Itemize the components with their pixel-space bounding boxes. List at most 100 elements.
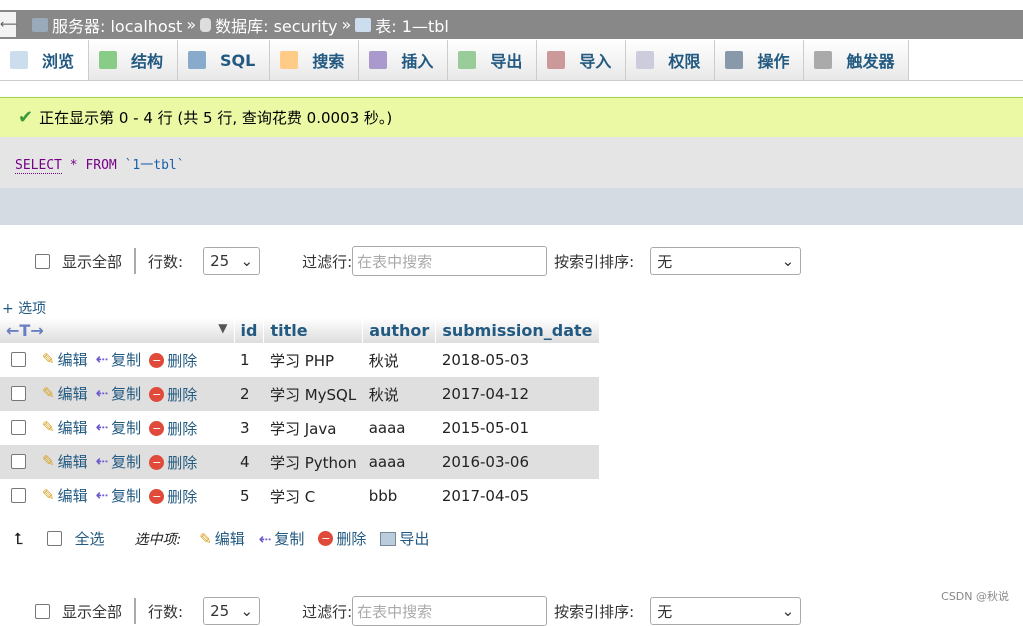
edit-label: 编辑 (57, 452, 88, 471)
cell-submission_date[interactable]: 2018-05-03 (436, 343, 599, 377)
cell-author[interactable]: bbb (363, 479, 436, 513)
tab-structure[interactable]: 结构 (89, 40, 179, 80)
column-header-title[interactable]: title (263, 318, 364, 343)
copy-button[interactable]: ⇠ 复制 (96, 485, 142, 506)
sql-icon (188, 51, 207, 69)
bulk-edit-button[interactable]: ✎ 编辑 (199, 528, 245, 549)
row-actions: ✎ 编辑 ⇠ 复制 − 删除 (0, 411, 234, 445)
bulk-copy-button[interactable]: ⇠ 复制 (259, 528, 305, 549)
copy-button[interactable]: ⇠ 复制 (96, 349, 142, 370)
column-toggle-header[interactable]: ←T→ ▼ (0, 318, 235, 343)
breadcrumb-database[interactable]: 数据库: security (215, 13, 337, 37)
options-link[interactable]: + 选项 (2, 298, 46, 318)
tab-triggers[interactable]: 触发器 (804, 40, 910, 80)
edit-button[interactable]: ✎ 编辑 (42, 383, 88, 404)
copy-button[interactable]: ⇠ 复制 (96, 451, 142, 472)
bulk-export-button[interactable]: 导出 (380, 528, 429, 549)
breadcrumb-table[interactable]: 表: 1—tbl (375, 13, 449, 37)
cell-submission_date[interactable]: 2017-04-12 (435, 377, 599, 411)
copy-label: 复制 (111, 418, 142, 437)
cell-title[interactable]: 学习 C (264, 479, 363, 513)
column-header-submission_date[interactable]: submission_date (435, 318, 600, 343)
chevron-down-icon: ⌄ (240, 252, 254, 270)
cell-title[interactable]: 学习 Python (263, 445, 363, 479)
tab-browse[interactable]: 浏览 (0, 40, 90, 80)
edit-button[interactable]: ✎ 编辑 (42, 417, 88, 438)
wrench-icon (725, 51, 744, 69)
row-actions: ✎ 编辑 ⇠ 复制 − 删除 (0, 343, 234, 377)
results-table: ←T→ ▼ id title author submission_date ✎ 编辑 ⇠ 复制… (0, 318, 600, 513)
cell-title[interactable]: 学习 MySQL (263, 377, 363, 411)
sort-menu-icon[interactable]: ▼ (218, 321, 227, 335)
tab-insert[interactable]: 插入 (359, 40, 449, 80)
sort-select[interactable]: 无 ⌄ (650, 597, 802, 625)
collapse-nav-button[interactable]: ⟵ (0, 12, 17, 37)
row-checkbox[interactable] (11, 420, 26, 436)
cell-author[interactable]: 秋说 (363, 343, 436, 377)
delete-icon: − (149, 455, 165, 471)
bulk-delete-button[interactable]: − 删除 (318, 528, 366, 549)
delete-button[interactable]: − 删除 (149, 452, 197, 473)
filter-placeholder: 在表中搜索 (357, 602, 433, 621)
breadcrumb-server[interactable]: 服务器: localhost (52, 13, 182, 37)
delete-button[interactable]: − 删除 (149, 350, 197, 371)
cell-author[interactable]: 秋说 (362, 377, 436, 411)
rows-select[interactable]: 25 ⌄ (203, 247, 261, 275)
row-checkbox[interactable] (11, 352, 26, 368)
sql-keyword-select[interactable]: SELECT (15, 158, 62, 174)
export-icon (380, 531, 397, 546)
delete-button[interactable]: − 删除 (149, 418, 197, 439)
filter-placeholder: 在表中搜索 (357, 252, 433, 271)
row-checkbox[interactable] (11, 386, 26, 402)
tab-search[interactable]: 搜索 (270, 40, 360, 80)
tab-privileges[interactable]: 权限 (626, 40, 716, 80)
row-checkbox[interactable] (11, 454, 26, 470)
sort-select[interactable]: 无 ⌄ (650, 247, 802, 275)
cell-id[interactable]: 4 (234, 445, 264, 479)
filter-input[interactable]: 在表中搜索 (352, 596, 548, 626)
rows-value: 25 (210, 602, 230, 620)
copy-button[interactable]: ⇠ 复制 (96, 383, 142, 404)
sort-value: 无 (657, 602, 673, 621)
cell-submission_date[interactable]: 2017-04-05 (436, 479, 599, 513)
edit-button[interactable]: ✎ 编辑 (42, 485, 88, 506)
cell-author[interactable]: aaaa (363, 411, 436, 445)
cell-submission_date[interactable]: 2015-05-01 (436, 411, 599, 445)
tab-wrench[interactable]: 操作 (715, 40, 805, 80)
bulk-delete-label: 删除 (336, 530, 367, 548)
pencil-icon: ✎ (42, 384, 55, 403)
cell-id[interactable]: 1 (234, 343, 264, 377)
cell-title[interactable]: 学习 PHP (264, 343, 363, 377)
show-all-checkbox[interactable] (35, 603, 50, 619)
cell-submission_date[interactable]: 2016-03-06 (435, 445, 599, 479)
cell-id[interactable]: 5 (234, 479, 264, 513)
row-checkbox[interactable] (11, 488, 26, 504)
column-header-author[interactable]: author (362, 318, 437, 343)
filter-input[interactable]: 在表中搜索 (352, 246, 548, 276)
delete-button[interactable]: − 删除 (149, 486, 197, 507)
edit-button[interactable]: ✎ 编辑 (42, 349, 88, 370)
table-row: ✎ 编辑 ⇠ 复制 − 删除 5 学习 Cbbb 2017-04-05 (0, 479, 599, 513)
select-all-label[interactable]: 全选 (74, 528, 104, 549)
cell-id[interactable]: 3 (234, 411, 264, 445)
copy-button[interactable]: ⇠ 复制 (96, 417, 142, 438)
query-toolbar (0, 188, 1023, 225)
cell-id[interactable]: 2 (234, 377, 264, 411)
show-all-checkbox[interactable] (35, 253, 50, 269)
rows-select[interactable]: 25 ⌄ (203, 597, 261, 625)
tab-import[interactable]: 导入 (537, 40, 627, 80)
cell-title[interactable]: 学习 Java (264, 411, 363, 445)
cell-author[interactable]: aaaa (362, 445, 436, 479)
bulk-export-label: 导出 (399, 530, 430, 548)
edit-button[interactable]: ✎ 编辑 (42, 451, 88, 472)
navigation-controls-bottom: 显示全部 行数: 25 ⌄ 过滤行: 在表中搜索 按索引排序: 无 ⌄ (35, 596, 802, 626)
column-header-id[interactable]: id (234, 318, 265, 343)
tab-sql[interactable]: SQL (178, 40, 271, 80)
delete-button[interactable]: − 删除 (149, 384, 197, 405)
tab-label: 结构 (131, 52, 164, 71)
select-all-checkbox[interactable] (47, 531, 63, 546)
tab-export[interactable]: 导出 (448, 40, 538, 80)
tab-label: 操作 (757, 52, 790, 71)
edit-label: 编辑 (57, 350, 88, 369)
tab-label: 插入 (401, 52, 434, 71)
